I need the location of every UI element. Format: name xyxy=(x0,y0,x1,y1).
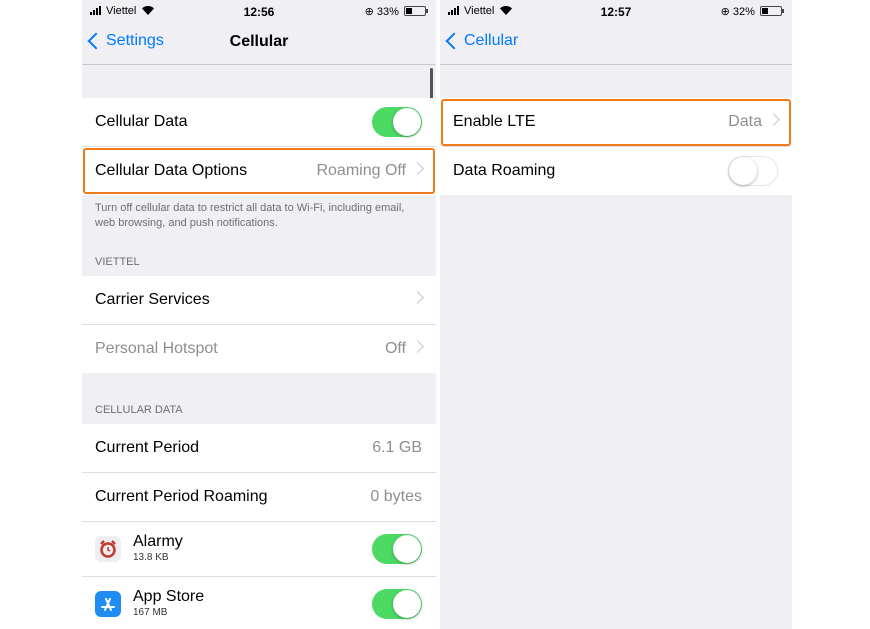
back-label: Cellular xyxy=(464,32,519,49)
app-row-alarmy: Alarmy 13.8 KB xyxy=(82,522,436,577)
app-store-icon xyxy=(95,591,121,617)
alarmy-data-toggle[interactable] xyxy=(372,534,422,564)
chevron-right-icon xyxy=(767,113,780,126)
battery-indicator: ⊕ 32% xyxy=(720,5,784,18)
page-title: Cellular xyxy=(229,33,289,50)
enable-lte-value: Data xyxy=(728,113,762,130)
cellular-data-footer: Turn off cellular data to restrict all d… xyxy=(95,202,405,229)
carrier-section-header: VIETTEL xyxy=(95,256,140,268)
alarm-status-icon: ⊕ xyxy=(720,6,730,18)
carrier-group: Carrier Services Personal Hotspot Off xyxy=(82,276,436,373)
app-name: Alarmy xyxy=(133,533,183,550)
data-roaming-row: Data Roaming xyxy=(440,147,792,195)
current-period-value: 6.1 GB xyxy=(372,439,422,456)
app-size: 167 MB xyxy=(133,607,168,618)
current-period-roaming-row: Current Period Roaming 0 bytes xyxy=(82,473,436,522)
chevron-right-icon xyxy=(411,162,424,175)
battery-percent: 33% xyxy=(376,6,399,18)
app-name: App Store xyxy=(133,588,205,605)
cellular-data-options-row[interactable]: Cellular Data Options Roaming Off xyxy=(82,147,436,195)
navigation-bar: Cellular xyxy=(440,22,792,65)
status-bar: Viettel 12:56 ⊕ 33% xyxy=(82,0,436,22)
cellular-data-group: Cellular Data Cellular Data Options Roam… xyxy=(82,98,436,195)
enable-lte-label: Enable LTE xyxy=(453,113,536,130)
app-size: 13.8 KB xyxy=(133,552,169,563)
left-phone-screen: Viettel 12:56 ⊕ 33% Settings Cellular Ce… xyxy=(82,0,436,629)
alarm-status-icon: ⊕ xyxy=(364,6,374,18)
current-period-label: Current Period xyxy=(95,439,200,456)
chevron-right-icon xyxy=(411,291,424,304)
chevron-right-icon xyxy=(411,340,424,353)
current-period-row: Current Period 6.1 GB xyxy=(82,424,436,473)
personal-hotspot-row[interactable]: Personal Hotspot Off xyxy=(82,325,436,373)
lte-group: Enable LTE Data Data Roaming xyxy=(440,98,792,195)
battery-icon xyxy=(404,6,428,16)
data-roaming-toggle[interactable] xyxy=(728,156,778,186)
app-row-app-store: App Store 167 MB xyxy=(82,577,436,629)
current-period-roaming-value: 0 bytes xyxy=(370,488,422,505)
personal-hotspot-label: Personal Hotspot xyxy=(95,340,218,357)
carrier-services-label: Carrier Services xyxy=(95,291,210,308)
back-button[interactable]: Cellular xyxy=(445,32,519,50)
battery-icon xyxy=(760,6,784,16)
right-phone-screen: Viettel 12:57 ⊕ 32% Cellular Enable LTE … xyxy=(440,0,792,629)
navigation-bar: Settings Cellular xyxy=(82,22,436,65)
alarm-clock-icon xyxy=(95,536,121,562)
cellular-data-options-label: Cellular Data Options xyxy=(95,162,248,179)
cellular-data-label: Cellular Data xyxy=(95,113,188,130)
battery-percent: 32% xyxy=(732,6,755,18)
cellular-data-toggle[interactable] xyxy=(372,107,422,137)
enable-lte-row[interactable]: Enable LTE Data xyxy=(440,98,792,147)
cellular-data-row: Cellular Data xyxy=(82,98,436,147)
cellular-data-section-header: CELLULAR DATA xyxy=(95,404,183,416)
cellular-data-options-value: Roaming Off xyxy=(316,162,406,179)
battery-indicator: ⊕ 33% xyxy=(364,5,428,18)
status-bar: Viettel 12:57 ⊕ 32% xyxy=(440,0,792,22)
data-roaming-label: Data Roaming xyxy=(453,162,556,179)
app-store-data-toggle[interactable] xyxy=(372,589,422,619)
current-period-roaming-label: Current Period Roaming xyxy=(95,488,268,505)
usage-group: Current Period 6.1 GB Current Period Roa… xyxy=(82,424,436,629)
personal-hotspot-value: Off xyxy=(384,340,406,357)
chevron-left-icon xyxy=(445,32,463,50)
carrier-services-row[interactable]: Carrier Services xyxy=(82,276,436,325)
